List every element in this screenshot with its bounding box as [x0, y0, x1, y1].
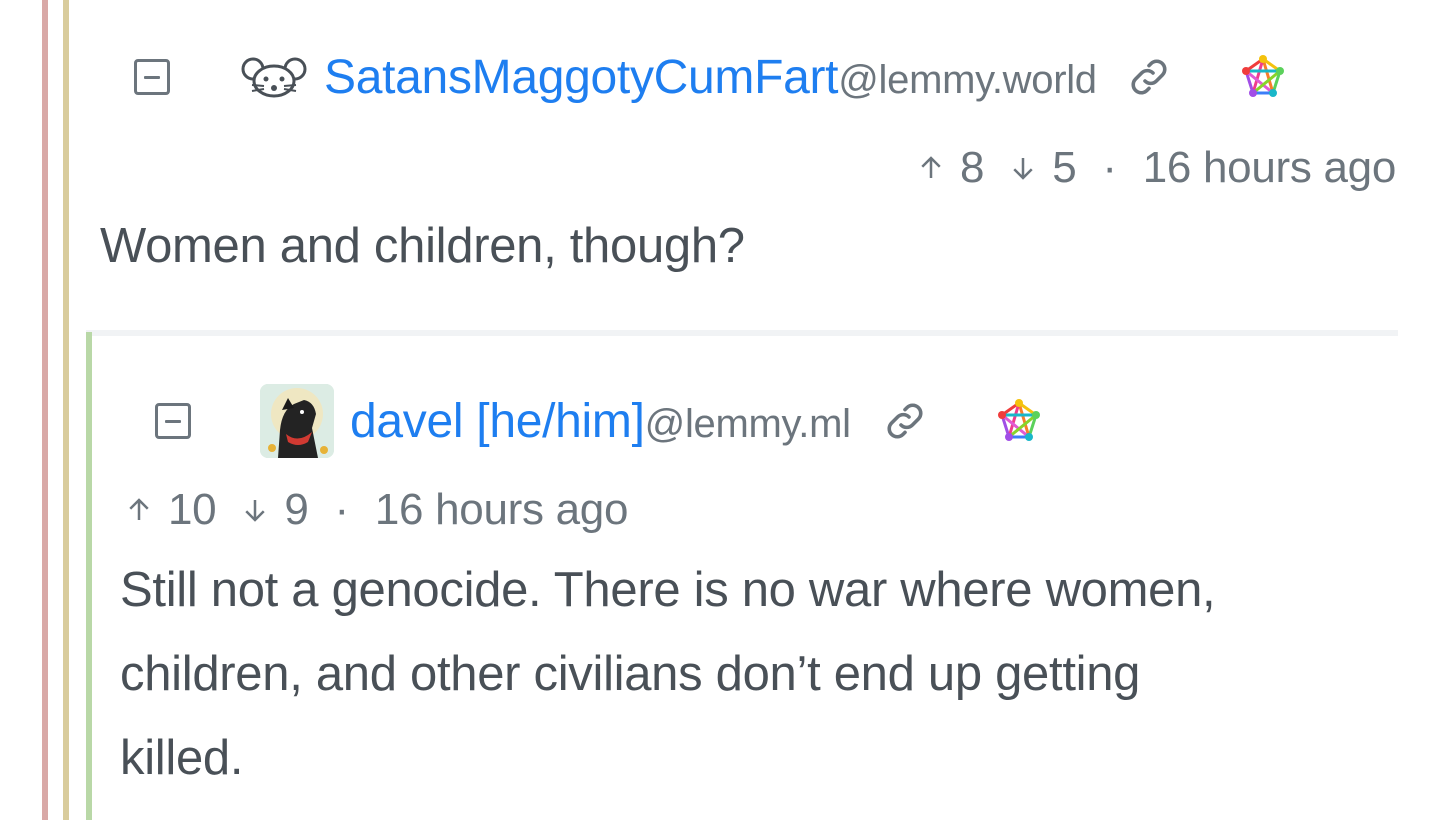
user-instance: @lemmy.ml	[644, 401, 851, 446]
thread-line-depth-2[interactable]	[63, 0, 69, 820]
thread-line-depth-3[interactable]	[86, 332, 92, 820]
username-link[interactable]: SatansMaggotyCumFart	[324, 50, 839, 105]
collapse-comment-button[interactable]	[134, 59, 170, 95]
fediverse-pentagram-icon[interactable]	[995, 397, 1043, 445]
comment-time[interactable]: 16 hours ago	[1143, 143, 1397, 193]
reply-divider	[86, 330, 1398, 336]
meta-separator: ·	[334, 485, 350, 534]
upvote-count: 8	[960, 143, 985, 192]
comment-header: davel [he/him] @lemmy.ml	[155, 384, 1043, 458]
link-icon[interactable]	[881, 397, 929, 445]
arrow-up-icon[interactable]	[916, 151, 946, 185]
downvote-count: 9	[284, 485, 309, 534]
downvote-count: 5	[1052, 143, 1077, 192]
comment-time[interactable]: 16 hours ago	[375, 485, 629, 535]
arrow-up-icon[interactable]	[124, 493, 154, 527]
collapse-comment-button[interactable]	[155, 403, 191, 439]
avatar[interactable]	[260, 384, 334, 458]
comment-meta: 8 5 · 16 hours ago	[916, 140, 1396, 196]
fediverse-pentagram-icon[interactable]	[1239, 53, 1287, 101]
link-icon[interactable]	[1125, 53, 1173, 101]
username-link[interactable]: davel [he/him]	[350, 394, 645, 449]
comment-body-line: killed.	[120, 731, 244, 785]
upvote-count: 10	[168, 485, 217, 534]
arrow-down-icon[interactable]	[240, 493, 270, 527]
comment-body-line: children, and other civilians don’t end …	[120, 647, 1141, 701]
thread-line-depth-1[interactable]	[42, 0, 48, 820]
comment-body: Still not a genocide. There is no war wh…	[120, 548, 1216, 800]
comment-body-line: Still not a genocide. There is no war wh…	[120, 563, 1216, 617]
arrow-down-icon[interactable]	[1008, 151, 1038, 185]
meta-separator: ·	[1102, 143, 1117, 192]
comment-header: SatansMaggotyCumFart @lemmy.world	[134, 50, 1287, 105]
mouse-face-icon	[240, 55, 308, 99]
user-instance: @lemmy.world	[838, 57, 1097, 102]
comment-body: Women and children, though?	[100, 219, 745, 273]
comment-meta: 10 9 · 16 hours ago	[124, 482, 628, 538]
